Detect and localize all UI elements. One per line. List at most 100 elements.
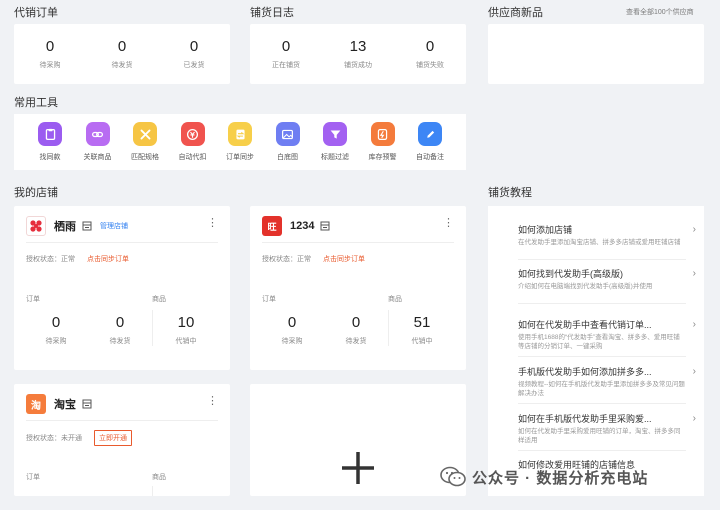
watermark: 公众号 · 数据分析充电站 xyxy=(440,466,648,488)
shop-logo: 淘 xyxy=(26,394,46,414)
stat-listing-failed[interactable]: 0 铺货失败 xyxy=(394,38,466,70)
manage-shop-link[interactable]: 管理店铺 xyxy=(100,221,128,231)
stat-label: 待采购 xyxy=(39,62,61,69)
orders-group-label: 订单 xyxy=(26,474,40,481)
tutorial-title: 如何添加店铺 xyxy=(518,225,573,235)
tool-label: 关联商品 xyxy=(83,154,112,161)
stat-value: 0 xyxy=(281,38,291,55)
chevron-right-icon: › xyxy=(692,319,696,330)
shop-card: 淘 淘宝 ⋮ 授权状态： 未开通 立即开通 订单 商品 xyxy=(14,384,230,496)
stat-label: 铺货成功 xyxy=(344,62,372,69)
shop-name: 淘宝 xyxy=(54,399,76,411)
watermark-text: 公众号 · 数据分析充电站 xyxy=(472,469,649,487)
tutorial-title: 如何找到代发助手(高级版) xyxy=(518,269,623,279)
divider xyxy=(26,420,218,421)
auth-prefix: 授权状态： xyxy=(26,256,61,263)
tool-label: 标题过滤 xyxy=(321,154,349,161)
goods-group-label: 商品 xyxy=(388,296,402,303)
tutorial-item[interactable]: 如何在手机版代发助手里采购爱... 如何在代发助手里采购爱用旺铺的订单，淘宝、拼… xyxy=(488,413,704,445)
stat-value: 0 xyxy=(115,314,125,331)
orders-group-label: 订单 xyxy=(26,296,40,303)
sync-orders-link[interactable]: 点击同步订单 xyxy=(87,254,129,264)
stat-label: 待发货 xyxy=(111,62,133,69)
tool-label: 白底图 xyxy=(277,154,298,161)
shop-card: 旺 1234 ⋮ 授权状态： 正常 点击同步订单 订单 商品 0 待采购 0 待发货 … xyxy=(250,206,466,370)
stat-pending-ship[interactable]: 0 待发货 xyxy=(88,314,152,346)
image-icon xyxy=(275,122,300,146)
supplier-new-title: 供应商新品 xyxy=(488,7,543,19)
tool-auto-note[interactable]: 自动备注 xyxy=(410,122,450,170)
stat-on-sale[interactable]: 10 代销中 xyxy=(154,314,218,346)
tool-find-same[interactable]: 找同款 xyxy=(30,122,70,170)
store-icon xyxy=(82,399,92,409)
tutorial-desc: 视频教程--如何在手机版代发助手里添加拼多多及常见问题解决办法 xyxy=(518,381,685,397)
open-now-button[interactable]: 立即开通 xyxy=(94,430,132,446)
auth-status: 授权状态： 正常 点击同步订单 xyxy=(26,254,129,264)
tutorial-item[interactable]: 如何找到代发助手(高级版) 介绍如何在电脑端找到代发助手(高级版)并使用 › xyxy=(488,268,704,291)
auth-prefix: 授权状态： xyxy=(262,256,297,263)
more-menu-icon[interactable]: ⋮ xyxy=(207,396,218,407)
tool-label: 自动备注 xyxy=(416,154,444,161)
stat-value: 0 xyxy=(45,38,55,55)
tutorial-item[interactable]: 如何在代发助手中查看代销订单... 使用手机1688的“代发助手”查看淘宝、拼多… xyxy=(488,319,704,351)
filter-icon xyxy=(323,122,347,146)
stat-label: 待发货 xyxy=(109,338,131,345)
goods-group-label: 商品 xyxy=(152,474,166,481)
tutorial-title: 如何在手机版代发助手里采购爱... xyxy=(518,414,652,424)
wechat-icon xyxy=(440,466,466,487)
stat-label: 待采购 xyxy=(45,338,67,345)
stat-pending-purchase[interactable]: 0 待采购 xyxy=(260,314,324,346)
stat-listing-success[interactable]: 13 铺货成功 xyxy=(322,38,394,70)
stat-pending-ship[interactable]: 0 待发货 xyxy=(324,314,388,346)
tool-link-goods[interactable]: 关联商品 xyxy=(78,122,118,170)
goods-group-label: 商品 xyxy=(152,296,166,303)
orders-group-label: 订单 xyxy=(262,296,276,303)
sync-orders-link[interactable]: 点击同步订单 xyxy=(323,254,365,264)
stat-pending-purchase[interactable]: 0 待采购 xyxy=(14,38,86,70)
divider xyxy=(152,486,153,496)
tool-match-spec[interactable]: 匹配规格 xyxy=(125,122,165,170)
shop-name: 1234 xyxy=(290,220,315,232)
my-shops-title: 我的店铺 xyxy=(14,187,58,199)
stat-value: 51 xyxy=(413,314,431,331)
view-all-suppliers-link[interactable]: 查看全部100个供应商 xyxy=(626,7,694,17)
auth-status-value: 正常 xyxy=(61,256,75,263)
stat-on-sale[interactable]: 51 代销中 xyxy=(390,314,454,346)
shop-logo xyxy=(26,216,46,236)
tool-label: 找同款 xyxy=(39,154,61,161)
stat-value: 0 xyxy=(287,314,297,331)
plus-icon xyxy=(342,452,374,484)
stat-listing[interactable]: 0 正在铺货 xyxy=(250,38,322,70)
auth-status-value: 未开通 xyxy=(61,435,82,442)
auto-deduct-icon xyxy=(180,122,205,146)
more-menu-icon[interactable]: ⋮ xyxy=(207,218,218,229)
tutorial-desc: 介绍如何在电脑端找到代发助手(高级版)并使用 xyxy=(518,283,653,290)
more-menu-icon[interactable]: ⋮ xyxy=(443,218,454,229)
stock-alert-icon xyxy=(370,122,395,146)
tool-auto-deduct[interactable]: 自动代扣 xyxy=(173,122,213,170)
divider xyxy=(262,242,454,243)
stat-pending-purchase[interactable]: 0 待采购 xyxy=(24,314,88,346)
tool-order-sync[interactable]: 订单同步 xyxy=(220,122,260,170)
auth-status: 授权状态： 未开通 立即开通 xyxy=(26,430,132,446)
tutorial-item[interactable]: 手机版代发助手如何添加拼多多... 视频教程--如何在手机版代发助手里添加拼多多… xyxy=(488,366,704,398)
supplier-new-card xyxy=(488,24,704,84)
listing-log-card: 0 正在铺货 13 铺货成功 0 铺货失败 xyxy=(250,24,466,84)
shop-card: 栖雨 管理店铺 ⋮ 授权状态： 正常 点击同步订单 订单 商品 0 待采购 0 待发货… xyxy=(14,206,230,370)
tutorial-title: 如何在代发助手中查看代销订单... xyxy=(518,320,652,330)
tool-title-filter[interactable]: 标题过滤 xyxy=(315,122,355,170)
link-icon xyxy=(85,122,110,146)
tutorial-list: 如何添加店铺 在代发助手里添加淘宝店铺、拼多多店铺或爱用旺铺店铺 › 如何找到代… xyxy=(488,206,704,496)
note-icon xyxy=(418,122,442,146)
tool-label: 自动代扣 xyxy=(178,154,207,161)
add-shop-card[interactable] xyxy=(250,384,466,496)
agency-orders-title: 代销订单 xyxy=(14,7,58,19)
tool-stock-alert[interactable]: 库存预警 xyxy=(363,122,403,170)
stat-shipped[interactable]: 0 已发货 xyxy=(158,38,230,70)
stat-pending-ship[interactable]: 0 待发货 xyxy=(86,38,158,70)
tutorial-item[interactable]: 如何添加店铺 在代发助手里添加淘宝店铺、拼多多店铺或爱用旺铺店铺 › xyxy=(488,224,704,247)
stat-label: 代销中 xyxy=(411,338,433,345)
store-icon xyxy=(82,221,92,231)
auth-prefix: 授权状态： xyxy=(26,435,61,442)
tool-white-bg[interactable]: 白底图 xyxy=(268,122,308,170)
